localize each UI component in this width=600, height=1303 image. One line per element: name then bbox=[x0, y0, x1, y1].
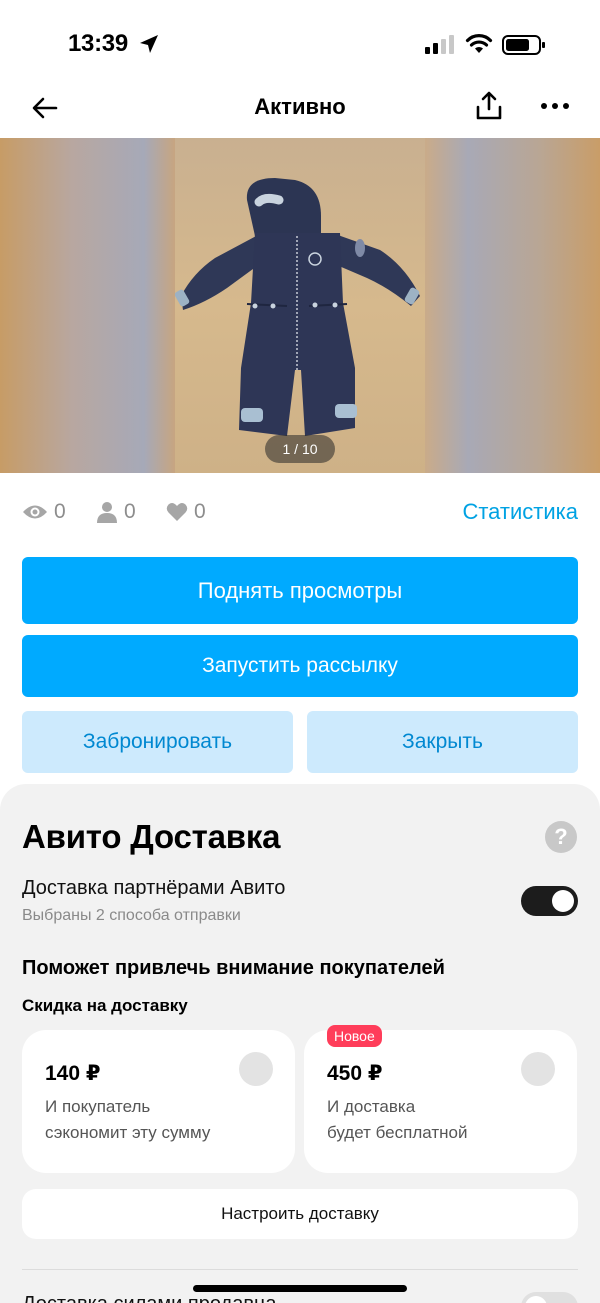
option-description: И доставка будет бесплатной bbox=[327, 1094, 467, 1146]
option-line: сэкономит эту сумму bbox=[45, 1123, 211, 1142]
raise-views-button[interactable]: Поднять просмотры bbox=[22, 557, 578, 624]
delivery-title: Авито Доставка bbox=[22, 818, 281, 855]
option-line: будет бесплатной bbox=[327, 1123, 468, 1142]
close-listing-button[interactable]: Закрыть bbox=[307, 711, 578, 773]
page-title: Активно bbox=[254, 94, 346, 119]
seller-delivery-label: Доставка силами продавца bbox=[22, 1293, 277, 1303]
option-price: 450 ₽ bbox=[327, 1062, 383, 1085]
attract-heading: Поможет привлечь внимание покупателей bbox=[22, 957, 445, 979]
reserve-button[interactable]: Забронировать bbox=[22, 711, 293, 773]
person-icon bbox=[97, 502, 117, 523]
partner-delivery-subtitle: Выбраны 2 способа отправки bbox=[22, 907, 241, 924]
delivery-panel: Авито Доставка ? Доставка партнёрами Ави… bbox=[0, 784, 600, 1303]
toggle-knob bbox=[525, 1296, 547, 1303]
start-mailing-button[interactable]: Запустить рассылку bbox=[22, 635, 578, 697]
option-price: 140 ₽ bbox=[45, 1062, 101, 1085]
help-icon[interactable]: ? bbox=[545, 821, 577, 853]
wifi-icon bbox=[465, 34, 493, 53]
discount-label: Скидка на доставку bbox=[22, 996, 188, 1015]
option-radio[interactable] bbox=[239, 1052, 273, 1086]
share-icon[interactable] bbox=[474, 90, 504, 122]
statistics-link[interactable]: Статистика bbox=[462, 499, 578, 525]
option-line: И покупатель bbox=[45, 1097, 151, 1116]
discount-option-card[interactable]: 140 ₽ И покупатель сэкономит эту сумму bbox=[22, 1030, 295, 1173]
battery-icon bbox=[502, 35, 545, 55]
photo-counter: 1 / 10 bbox=[265, 435, 335, 463]
partner-delivery-toggle[interactable] bbox=[521, 886, 578, 916]
heart-icon bbox=[166, 503, 188, 521]
seller-delivery-toggle[interactable] bbox=[521, 1292, 578, 1303]
cellular-signal-icon bbox=[425, 35, 454, 54]
partner-delivery-title: Доставка партнёрами Авито bbox=[22, 877, 286, 899]
listing-photo bbox=[175, 178, 420, 436]
home-indicator bbox=[193, 1285, 407, 1292]
views-stat: 0 bbox=[22, 499, 66, 525]
favorites-stat: 0 bbox=[166, 499, 206, 525]
views-count: 0 bbox=[54, 500, 66, 523]
favorites-count: 0 bbox=[194, 500, 206, 523]
listing-stats: 0 0 0 Статистика bbox=[22, 495, 578, 529]
option-description: И покупатель сэкономит эту сумму bbox=[45, 1094, 210, 1146]
setup-delivery-button[interactable]: Настроить доставку bbox=[22, 1189, 578, 1239]
option-line: И доставка bbox=[327, 1097, 416, 1116]
new-badge: Новое bbox=[327, 1025, 382, 1047]
eye-icon bbox=[23, 505, 47, 519]
listing-photo-gallery[interactable]: 1 / 10 bbox=[0, 138, 600, 473]
status-bar: 13:39 bbox=[0, 0, 600, 80]
location-arrow-icon bbox=[140, 35, 158, 53]
navigation-bar: Активно bbox=[0, 80, 600, 138]
free-delivery-option-card[interactable]: 450 ₽ И доставка будет бесплатной bbox=[304, 1030, 577, 1173]
status-time: 13:39 bbox=[68, 30, 128, 57]
option-radio[interactable] bbox=[521, 1052, 555, 1086]
toggle-knob bbox=[552, 890, 574, 912]
contacts-stat: 0 bbox=[96, 499, 136, 525]
more-options-icon[interactable] bbox=[540, 96, 570, 116]
contacts-count: 0 bbox=[124, 500, 136, 523]
divider bbox=[22, 1269, 578, 1270]
